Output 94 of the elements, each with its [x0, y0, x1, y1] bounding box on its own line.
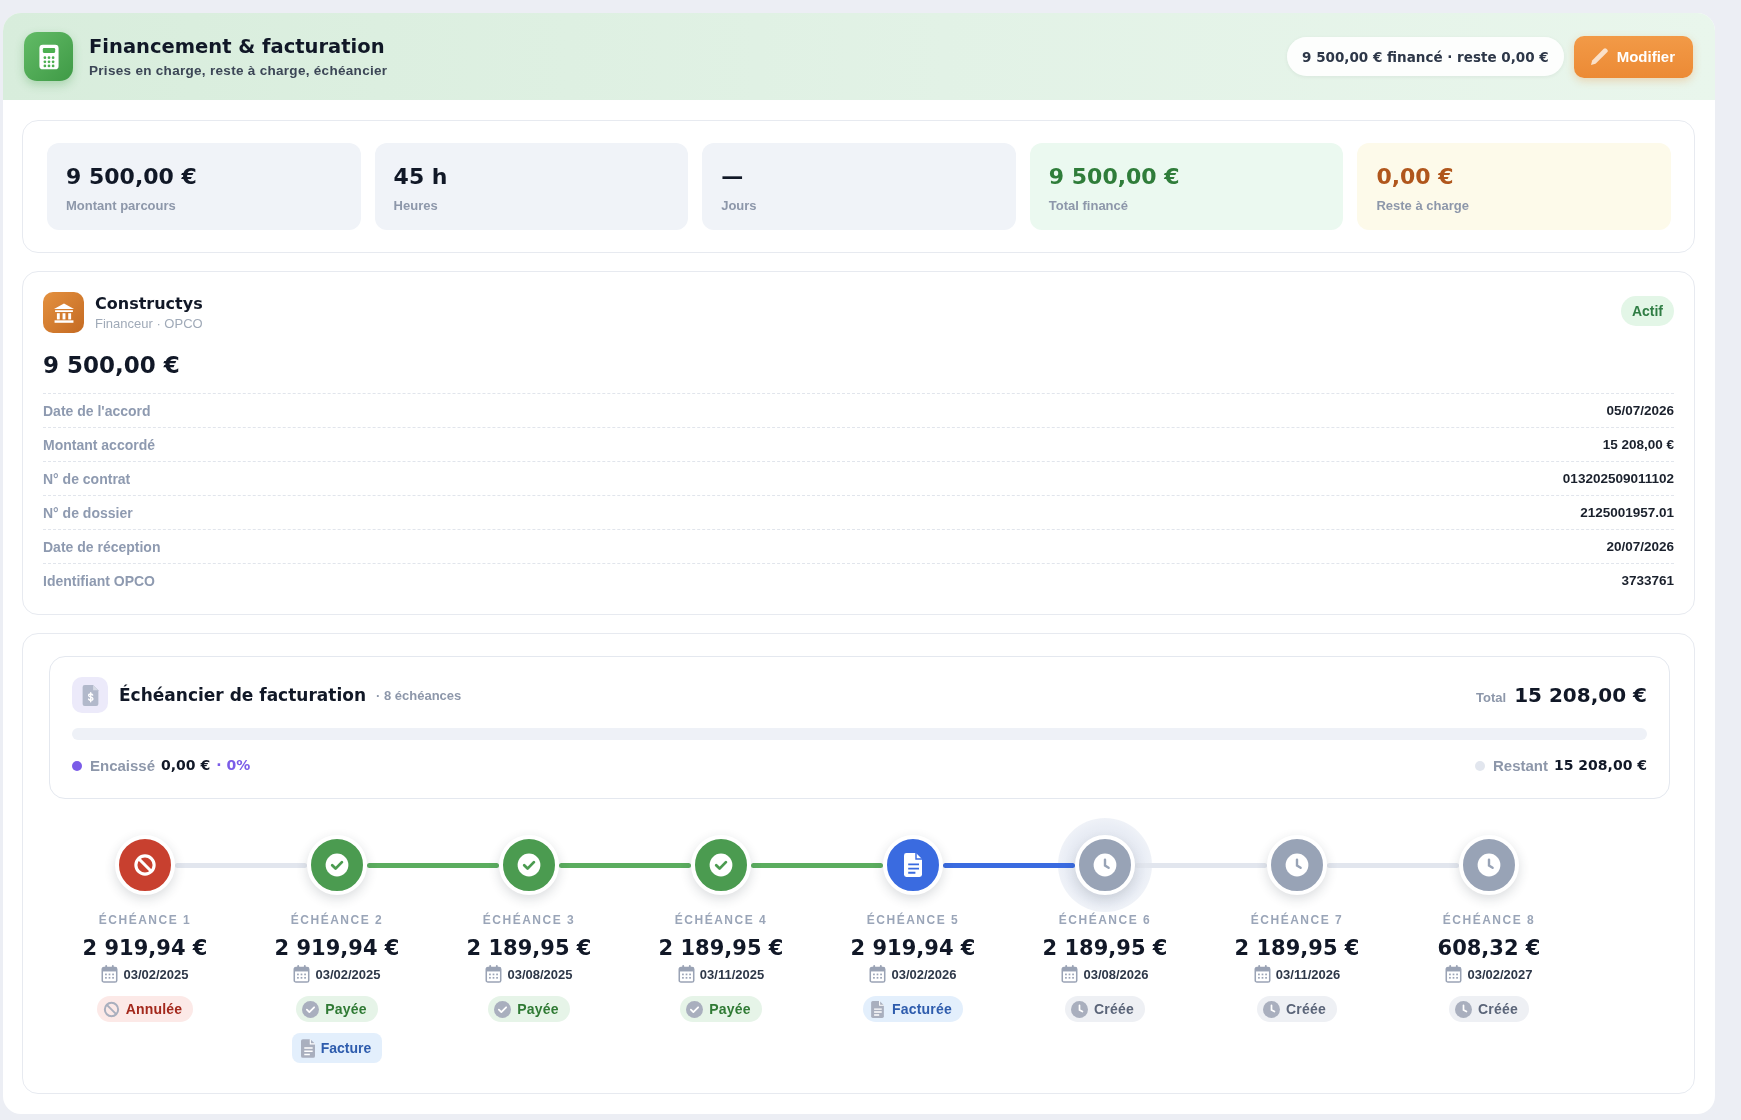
installment-amount: 2 189,95 €: [466, 935, 592, 962]
total-label: Total: [1476, 690, 1507, 705]
stat-value: 0,00 €: [1376, 162, 1455, 191]
ban-icon: [102, 1000, 120, 1018]
installment-date: 03/02/2025: [315, 966, 381, 982]
detail-label: Identifiant OPCO: [43, 572, 155, 589]
detail-value: 3733761: [1621, 573, 1674, 588]
stat-value: —: [721, 162, 745, 191]
check-circle-icon: [494, 1000, 512, 1018]
clock-icon: [1071, 1000, 1089, 1018]
installment-date: 03/02/2025: [123, 966, 189, 982]
status-text: Créée: [1094, 1001, 1134, 1017]
detail-value: 15 208,00 €: [1602, 437, 1674, 452]
calendar-icon: [1445, 964, 1463, 984]
calculator-icon: [24, 32, 73, 81]
pencil-icon: [1590, 48, 1608, 65]
legend-dot: [1475, 760, 1485, 771]
calendar-icon: [677, 964, 695, 984]
stat-label: Total financé: [1048, 197, 1129, 213]
clock-icon: [1263, 1000, 1281, 1018]
stat-label: Jours: [721, 197, 758, 213]
schedule-title: Échéancier de facturation: [119, 685, 366, 705]
installment-amount: 2 189,95 €: [1234, 935, 1360, 962]
installment-amount: 2 919,94 €: [274, 935, 400, 962]
status-text: Annulée: [125, 1001, 183, 1017]
status-text: Payée: [517, 1001, 559, 1017]
detail-label: N° de dossier: [43, 504, 133, 521]
detail-value: 2125001957.01: [1580, 505, 1674, 520]
panel-subtitle: Prises en charge, reste à charge, échéancier: [89, 62, 388, 79]
calendar-icon: [869, 964, 887, 984]
legend-label: Encaissé: [90, 757, 156, 774]
installment-date: 03/02/2027: [1467, 966, 1533, 982]
installment-amount: 2 189,95 €: [658, 935, 784, 962]
calendar-icon: [1253, 964, 1271, 984]
legend-label: Restant: [1493, 757, 1548, 774]
calendar-icon: [101, 964, 119, 984]
financer-name: Constructys: [95, 294, 203, 313]
legend-amount: 0,00 €: [161, 757, 211, 774]
status-text: Facturée: [892, 1001, 952, 1017]
installment-label: ÉCHÉANCE 1: [98, 913, 192, 927]
installment-label: ÉCHÉANCE 4: [674, 913, 768, 927]
detail-value: 20/07/2026: [1606, 539, 1674, 554]
installment-label: ÉCHÉANCE 3: [482, 913, 576, 927]
stat-label: Montant parcours: [66, 197, 177, 213]
calendar-icon: [1061, 964, 1079, 984]
detail-value: 05/07/2026: [1606, 403, 1674, 418]
installment-label: ÉCHÉANCE 7: [1250, 913, 1344, 927]
stat-label: Reste à charge: [1376, 197, 1470, 213]
status-tag: Actif: [1620, 296, 1674, 326]
legend-percent: · 0%: [216, 757, 251, 774]
installment-label: ÉCHÉANCE 2: [290, 913, 384, 927]
installment-date: 03/11/2025: [699, 966, 765, 982]
detail-label: N° de contrat: [43, 470, 131, 487]
funding-summary: 9 500,00 € financé · reste 0,00 €: [1287, 37, 1564, 76]
legend-amount: 15 208,00 €: [1554, 757, 1647, 774]
schedule-count: · 8 échéances: [376, 687, 462, 703]
invoice-icon: [72, 677, 108, 713]
installment-amount: 2 919,94 €: [82, 935, 208, 962]
status-text: Créée: [1478, 1001, 1518, 1017]
check-circle-icon: [302, 1000, 320, 1018]
installment-amount: 608,32 €: [1437, 935, 1541, 962]
clock-icon: [1455, 1000, 1473, 1018]
stat-value: 9 500,00 €: [66, 162, 198, 191]
installment-date: 03/11/2026: [1275, 966, 1341, 982]
bank-icon: [43, 292, 84, 333]
detail-label: Date de l'accord: [43, 402, 151, 419]
installment-amount: 2 919,94 €: [850, 935, 976, 962]
installment-label: ÉCHÉANCE 5: [866, 913, 960, 927]
stat-label: Heures: [393, 197, 439, 213]
stat-value: 9 500,00 €: [1048, 162, 1181, 191]
installment-date: 03/02/2026: [891, 966, 957, 982]
status-text: Créée: [1286, 1001, 1326, 1017]
installment-amount: 2 189,95 €: [1042, 935, 1168, 962]
stat-value: 45 h: [393, 162, 449, 191]
status-text: Payée: [709, 1001, 751, 1017]
check-circle-icon: [686, 1000, 704, 1018]
financer-amount: 9 500,00 €: [43, 351, 181, 380]
document-icon: [300, 1038, 315, 1058]
installment-date: 03/08/2025: [507, 966, 573, 982]
financer-type: Financeur · OPCO: [95, 316, 203, 331]
status-text: Payée: [325, 1001, 367, 1017]
installment-label: ÉCHÉANCE 8: [1442, 913, 1536, 927]
document-icon: [869, 1000, 886, 1018]
total-amount: 15 208,00 €: [1514, 683, 1647, 707]
calendar-icon: [293, 964, 311, 984]
invoice-button[interactable]: Facture: [291, 1033, 383, 1063]
calendar-icon: [485, 964, 503, 984]
detail-value: 013202509011102: [1562, 471, 1674, 486]
legend-dot: [72, 760, 82, 771]
installment-date: 03/08/2026: [1083, 966, 1149, 982]
detail-label: Montant accordé: [43, 436, 155, 453]
installment-label: ÉCHÉANCE 6: [1058, 913, 1152, 927]
panel-title: Financement & facturation: [89, 34, 386, 59]
detail-label: Date de réception: [43, 538, 161, 555]
